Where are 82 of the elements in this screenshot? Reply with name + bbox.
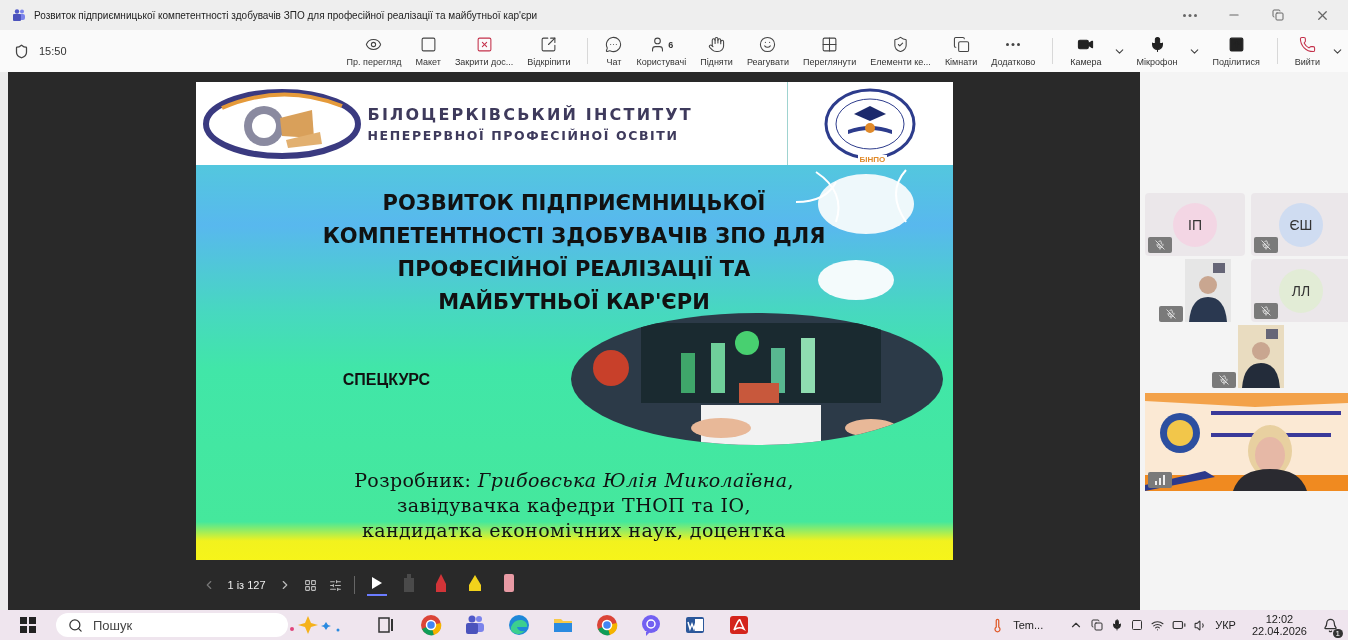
hand-icon	[708, 36, 725, 53]
slide-title: РОЗВИТОК ПІДПРИЄМНИЦЬКОЇ	[382, 189, 766, 217]
toolbar-button[interactable]: 6 Користувачі	[629, 35, 694, 67]
more-icon	[1006, 43, 1021, 46]
pointer-icon	[370, 576, 383, 590]
avatar: ІП	[1173, 202, 1217, 247]
wifi-icon	[1151, 618, 1165, 632]
settings-button[interactable]	[328, 578, 342, 592]
toolbar-button[interactable]: Пр. перегляд	[339, 35, 409, 67]
mic-off-icon	[1219, 375, 1229, 385]
course-label: СПЕЦКУРС	[341, 370, 432, 389]
chrome-icon[interactable]	[420, 614, 442, 636]
slide-title: КОМПЕТЕНТНОСТІ ЗДОБУВАЧІВ ЗПО ДЛЯ	[322, 223, 826, 250]
window-title: Розвиток підприємницької компетентності здобувачів ЗПО для професійної реалізації та майбутньої кар'єри	[34, 9, 539, 21]
toolbar-button[interactable]: Кімнати	[937, 35, 985, 67]
toolbar-button[interactable]: Вийти	[1287, 35, 1327, 67]
mic-off-icon	[1155, 240, 1165, 250]
chrome-icon[interactable]	[596, 614, 618, 636]
toolbar-button[interactable]: Елементи ке...	[863, 35, 938, 67]
author-text: кандидатка економічних наук, доцентка	[361, 518, 787, 543]
institute-subtitle: НЕПЕРЕРВНОЇ ПРОФЕСІЙНОЇ ОСВІТИ	[367, 127, 680, 143]
toolbar-button[interactable]: Додатково	[984, 35, 1043, 67]
battery-icon	[1172, 618, 1187, 632]
search-field[interactable]: Пошук	[56, 613, 288, 637]
shield-icon	[892, 36, 910, 53]
teams-icon	[12, 9, 26, 21]
stop-sharing-icon	[475, 36, 493, 53]
avatar: ЄШ	[1279, 202, 1323, 247]
mic-off-icon	[1261, 306, 1271, 316]
microphone-icon	[1111, 619, 1124, 631]
toolbar-button[interactable]: Поділитися	[1205, 35, 1267, 67]
square-icon	[419, 36, 437, 53]
grid-view-button[interactable]	[303, 578, 317, 592]
toolbar-button[interactable]: Переглянути	[795, 35, 864, 67]
grid-icon	[303, 578, 317, 592]
toolbar-button[interactable]: Чат	[598, 35, 630, 67]
edge-icon[interactable]	[508, 614, 530, 636]
avatar: ЛЛ	[1279, 268, 1323, 313]
notification-icon[interactable]	[1323, 617, 1338, 633]
smiley-icon	[759, 36, 777, 53]
shield-icon	[14, 43, 29, 59]
word-icon[interactable]	[684, 614, 706, 636]
toolbar-button[interactable]: Реагувати	[739, 35, 796, 67]
chat-icon	[605, 36, 623, 53]
sliders-icon	[328, 578, 342, 592]
mic-off-icon	[1166, 309, 1176, 319]
eye-icon	[365, 36, 383, 53]
slide-title: МАЙБУТНЬОЇ КАР'ЄРИ	[438, 288, 710, 316]
toolbar-button[interactable]: Відкріпити	[520, 35, 578, 67]
slide-counter: 1 із 127	[227, 579, 266, 591]
popout-icon	[540, 36, 558, 53]
phone-icon	[1298, 36, 1316, 53]
grid-icon	[821, 36, 839, 53]
pdf-icon[interactable]	[728, 614, 750, 636]
toolbar-button[interactable]: Мікрофон	[1129, 35, 1185, 67]
clock-date: 22.04.2026	[1251, 625, 1307, 637]
slide-title: ПРОФЕСІЙНОЇ РЕАЛІЗАЦІЇ ТА	[397, 255, 751, 283]
viber-icon[interactable]	[640, 614, 662, 636]
weather-text[interactable]: Tem...	[1013, 619, 1044, 631]
more-icon	[1183, 13, 1197, 17]
teams-icon[interactable]	[464, 614, 486, 636]
mic-off-icon	[1261, 240, 1271, 250]
signal-bars-icon	[1154, 475, 1166, 485]
toolbar-button[interactable]: Макет	[408, 35, 448, 67]
toolbar-button[interactable]: Підняти	[693, 35, 740, 67]
tray-app-icon	[1131, 619, 1144, 631]
rooms-icon	[952, 36, 970, 53]
annotation-tool[interactable]	[366, 574, 387, 596]
search-icon	[68, 617, 83, 633]
institute-name: БІЛОЦЕРКІВСЬКИЙ ІНСТИТУТ	[367, 104, 694, 124]
author-text: Розробник: Грибовська Юлія Миколаївна,	[354, 468, 794, 493]
author-text: завідувачка кафедри ТНОП та ІО,	[397, 493, 751, 518]
language-indicator[interactable]: УКР	[1215, 619, 1236, 631]
meeting-timer: 15:50	[39, 45, 67, 57]
window-icon	[1091, 619, 1104, 631]
notification-count: 1	[1332, 628, 1343, 638]
windows-start-icon[interactable]	[20, 617, 36, 633]
participant-count: 6	[668, 39, 674, 50]
clock-time: 12:02	[1265, 613, 1294, 625]
toolbar-button[interactable]: Камера	[1063, 35, 1109, 67]
restore-icon	[1272, 9, 1284, 21]
toolbar-button[interactable]: Закрити дос...	[447, 35, 521, 67]
